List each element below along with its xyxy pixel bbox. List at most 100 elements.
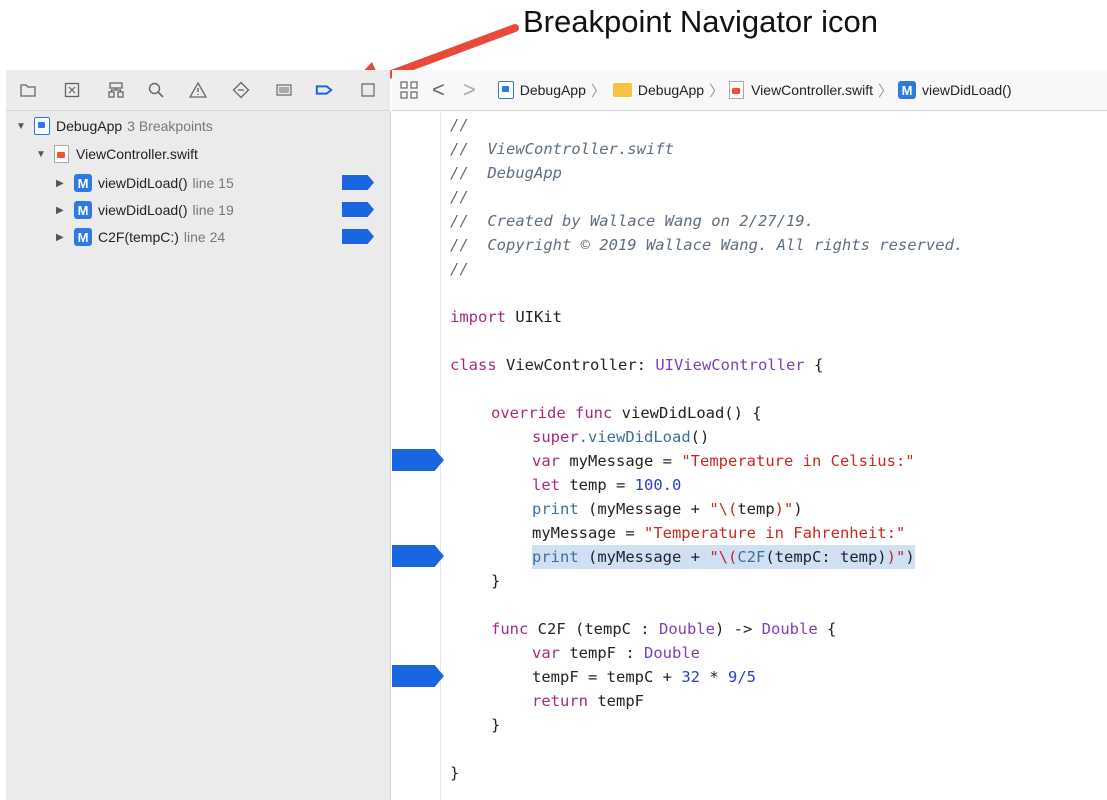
keyword: var bbox=[532, 452, 560, 470]
code-line-brace: } bbox=[491, 716, 501, 734]
string-literal: "Temperature in Fahrenheit:" bbox=[643, 524, 906, 542]
code-line-assign: myMessage = "Temperature in Fahrenheit:" bbox=[532, 521, 905, 545]
string-literal: "\( bbox=[709, 548, 738, 566]
folder-icon[interactable] bbox=[18, 80, 38, 100]
identifier: UIKit bbox=[506, 308, 562, 326]
number-literal: 9/5 bbox=[727, 668, 756, 686]
chevron-right-icon: 〉 bbox=[709, 82, 725, 100]
identifier: temp = bbox=[560, 476, 635, 494]
breakpoint-icon[interactable] bbox=[314, 80, 334, 100]
search-icon[interactable] bbox=[146, 80, 166, 100]
jumpbar-group[interactable]: DebugApp bbox=[611, 82, 704, 98]
keyword: func bbox=[491, 620, 529, 638]
method-icon: M bbox=[74, 228, 92, 246]
punctuation: ) bbox=[905, 548, 915, 566]
file-row[interactable]: ▼ ViewController.swift bbox=[36, 143, 198, 165]
identifier: (tempC: temp) bbox=[765, 548, 887, 566]
related-items-icon[interactable] bbox=[400, 81, 418, 99]
source-control-icon[interactable] bbox=[62, 80, 82, 100]
code-comment: // ViewController.swift bbox=[450, 140, 674, 158]
breakpoint-marker-icon[interactable] bbox=[342, 175, 374, 190]
breakpoint-function: C2F(tempC:) bbox=[98, 229, 179, 245]
number-literal: 100.0 bbox=[634, 476, 682, 494]
breakpoint-marker-icon[interactable] bbox=[392, 449, 444, 471]
code-line-class: class ViewController: UIViewController { bbox=[450, 353, 823, 377]
code-line-var: var myMessage = "Temperature in Celsius:… bbox=[532, 449, 915, 473]
swift-file-icon bbox=[729, 81, 745, 99]
jumpbar-project-label: DebugApp bbox=[519, 82, 586, 98]
identifier: viewDidLoad() { bbox=[612, 404, 762, 422]
function-call: C2F bbox=[737, 548, 766, 566]
keyword: let bbox=[532, 476, 560, 494]
disclosure-open-icon[interactable]: ▼ bbox=[16, 121, 28, 132]
breakpoint-marker-icon[interactable] bbox=[392, 665, 444, 687]
type-name: UIViewController bbox=[655, 356, 805, 374]
keyword: class bbox=[450, 356, 497, 374]
punctuation: ) -> bbox=[714, 620, 762, 638]
function-call: print bbox=[532, 548, 579, 566]
keyword: super bbox=[532, 428, 579, 446]
code-comment: // bbox=[450, 116, 469, 134]
type-name: Double bbox=[761, 620, 818, 638]
jumpbar-file[interactable]: ViewController.swift bbox=[729, 81, 873, 99]
jumpbar-file-label: ViewController.swift bbox=[751, 82, 873, 98]
punctuation: { bbox=[804, 356, 824, 374]
string-literal: "\( bbox=[709, 500, 738, 518]
breakpoint-count: 3 Breakpoints bbox=[127, 118, 213, 134]
debug-icon[interactable] bbox=[274, 80, 294, 100]
test-icon[interactable] bbox=[231, 80, 251, 100]
identifier: tempF = tempC + bbox=[532, 668, 682, 686]
folder-icon bbox=[612, 83, 632, 97]
disclosure-closed-icon[interactable]: ▶ bbox=[56, 232, 68, 243]
identifier: (myMessage + bbox=[578, 548, 710, 566]
breakpoint-line: line 15 bbox=[192, 175, 234, 191]
type-name: Double bbox=[658, 620, 715, 638]
jump-bar: < > DebugApp 〉 DebugApp 〉 ViewController… bbox=[392, 70, 1107, 111]
method-icon: M bbox=[74, 174, 92, 192]
code-comment: // DebugApp bbox=[450, 164, 562, 182]
breakpoint-marker-icon[interactable] bbox=[392, 545, 444, 567]
xcode-window: ▼ DebugApp 3 Breakpoints ▼ ViewControlle… bbox=[6, 70, 1107, 800]
string-literal: )" bbox=[774, 500, 794, 518]
string-literal: "Temperature in Celsius:" bbox=[681, 452, 915, 470]
identifier: myMessage = bbox=[532, 524, 644, 542]
project-row[interactable]: ▼ DebugApp 3 Breakpoints bbox=[16, 115, 213, 137]
breakpoint-marker-icon[interactable] bbox=[342, 202, 374, 217]
report-icon[interactable] bbox=[358, 80, 378, 100]
keyword: override bbox=[491, 404, 566, 422]
function-call: .viewDidLoad bbox=[578, 428, 691, 446]
disclosure-closed-icon[interactable]: ▶ bbox=[56, 205, 68, 216]
method-icon: M bbox=[74, 201, 92, 219]
forward-button[interactable]: > bbox=[463, 79, 476, 101]
jumpbar-project[interactable]: DebugApp bbox=[497, 81, 586, 99]
disclosure-open-icon[interactable]: ▼ bbox=[36, 149, 48, 160]
code-line-let: let temp = 100.0 bbox=[532, 473, 681, 497]
operator: * bbox=[699, 668, 728, 686]
number-literal: 32 bbox=[681, 668, 700, 686]
project-icon bbox=[34, 117, 50, 135]
code-line-func: func C2F (tempC : Double) -> Double { bbox=[491, 617, 836, 641]
warning-icon[interactable] bbox=[188, 80, 208, 100]
breakpoint-function: viewDidLoad() bbox=[98, 202, 188, 218]
breakpoint-row[interactable]: ▶ M viewDidLoad() line 15 bbox=[56, 172, 234, 194]
code-line-return: return tempF bbox=[532, 689, 644, 713]
code-line-super: super.viewDidLoad() bbox=[532, 425, 709, 449]
code-line-highlighted: print (myMessage + "\(C2F(tempC: temp))"… bbox=[532, 545, 915, 569]
jumpbar-symbol[interactable]: M viewDidLoad() bbox=[898, 81, 1012, 99]
code-line-var2: var tempF : Double bbox=[532, 641, 700, 665]
back-button[interactable]: < bbox=[432, 79, 445, 101]
symbol-icon[interactable] bbox=[106, 80, 126, 100]
breakpoint-marker-icon[interactable] bbox=[342, 229, 374, 244]
code-line-brace: } bbox=[450, 764, 460, 782]
breakpoint-row[interactable]: ▶ M viewDidLoad() line 19 bbox=[56, 199, 234, 221]
project-name: DebugApp bbox=[56, 118, 123, 134]
code-comment: // Copyright © 2019 Wallace Wang. All ri… bbox=[450, 236, 964, 254]
breakpoint-row[interactable]: ▶ M C2F(tempC:) line 24 bbox=[56, 226, 225, 248]
string-literal: )" bbox=[886, 548, 906, 566]
disclosure-closed-icon[interactable]: ▶ bbox=[56, 178, 68, 189]
jumpbar-group-label: DebugApp bbox=[637, 82, 705, 98]
identifier: ViewController: bbox=[496, 356, 656, 374]
punctuation: ) bbox=[793, 500, 803, 518]
source-editor[interactable]: // // ViewController.swift // DebugApp /… bbox=[392, 111, 1107, 800]
breakpoint-function: viewDidLoad() bbox=[98, 175, 188, 191]
